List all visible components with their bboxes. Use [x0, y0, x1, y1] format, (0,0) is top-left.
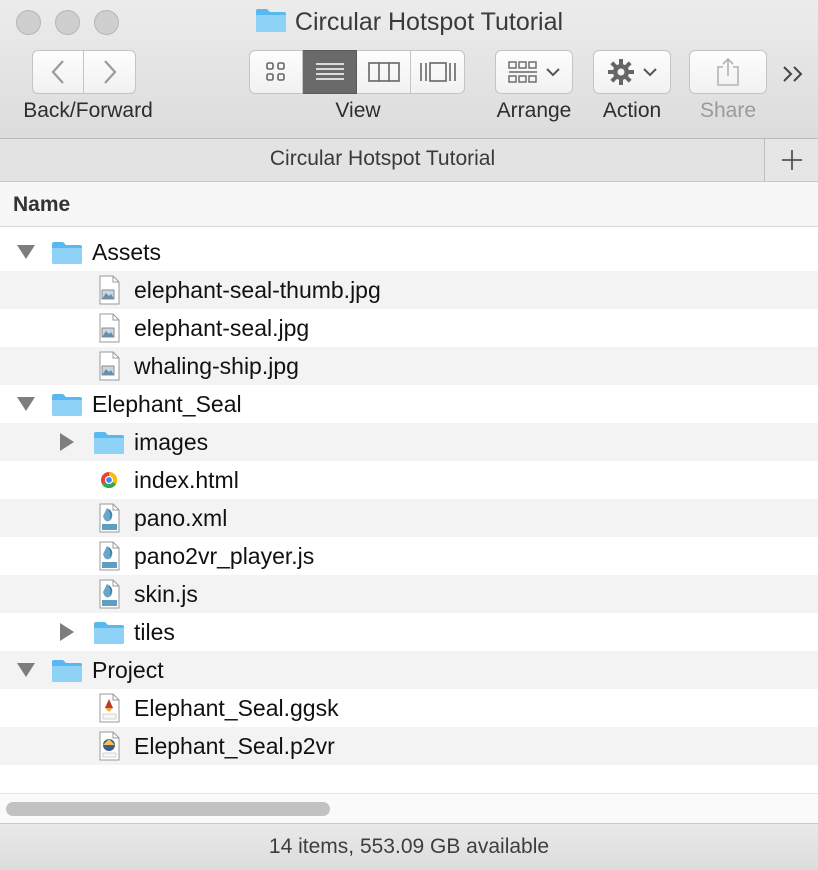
ggsk-document-icon — [93, 692, 125, 724]
file-row[interactable]: elephant-seal.jpg — [0, 309, 818, 347]
file-row[interactable]: Elephant_Seal.ggsk — [0, 689, 818, 727]
share-control — [689, 50, 767, 94]
item-name: Elephant_Seal — [92, 391, 242, 417]
image-file-icon — [93, 350, 125, 382]
item-name: index.html — [134, 467, 239, 493]
folder-icon — [93, 616, 125, 648]
folder-row[interactable]: images — [0, 423, 818, 461]
double-chevron-right-icon — [783, 66, 803, 82]
disclosure-triangle-open-icon[interactable] — [17, 397, 35, 411]
action-control — [593, 50, 671, 94]
file-row[interactable]: skin.js — [0, 575, 818, 613]
arrange-grid-icon — [508, 61, 537, 83]
disclosure-triangle-open-icon[interactable] — [17, 663, 35, 677]
share-icon — [717, 57, 739, 86]
back-forward-label: Back/Forward — [23, 99, 153, 122]
file-row[interactable]: whaling-ship.jpg — [0, 347, 818, 385]
new-tab-button[interactable] — [764, 139, 818, 181]
text-document-icon — [93, 540, 125, 572]
file-row[interactable]: Elephant_Seal.p2vr — [0, 727, 818, 765]
disclosure-triangle-closed-icon[interactable] — [60, 623, 74, 641]
scrollbar-thumb[interactable] — [6, 802, 330, 816]
gear-icon — [608, 59, 634, 85]
column-header-name[interactable]: Name — [0, 182, 818, 227]
item-name: Project — [92, 657, 164, 683]
window-title: Circular Hotspot Tutorial — [0, 7, 818, 37]
share-button[interactable] — [689, 50, 767, 94]
item-name: pano.xml — [134, 505, 228, 531]
plus-icon — [781, 150, 802, 170]
chevron-down-icon — [643, 68, 657, 77]
item-name: whaling-ship.jpg — [134, 353, 299, 379]
item-name: tiles — [134, 619, 175, 645]
chevron-right-icon — [103, 60, 116, 84]
file-row[interactable]: pano.xml — [0, 499, 818, 537]
folder-icon — [51, 388, 83, 420]
disclosure-triangle-closed-icon[interactable] — [60, 433, 74, 451]
arrange-label: Arrange — [496, 99, 572, 122]
arrange-control — [495, 50, 573, 94]
folder-icon — [51, 236, 83, 268]
tab-title[interactable]: Circular Hotspot Tutorial — [0, 147, 765, 171]
status-bar: 14 items, 553.09 GB available — [0, 823, 818, 870]
view-gallery-button[interactable] — [411, 50, 465, 94]
text-document-icon — [93, 578, 125, 610]
folder-row[interactable]: Elephant_Seal — [0, 385, 818, 423]
toolbar-area: Circular Hotspot Tutorial Back/Forward V… — [0, 0, 818, 139]
window-title-text: Circular Hotspot Tutorial — [294, 8, 564, 36]
share-label: Share — [699, 99, 757, 122]
finder-window: Circular Hotspot Tutorial Back/Forward V… — [0, 0, 818, 870]
file-list: Assets elephant-seal-thumb.jpg elephant-se… — [0, 233, 818, 765]
view-list-button[interactable] — [303, 50, 357, 94]
folder-icon — [51, 654, 83, 686]
back-button[interactable] — [32, 50, 84, 94]
p2vr-document-icon — [93, 730, 125, 762]
view-control — [249, 50, 465, 94]
folder-icon — [255, 9, 286, 32]
folder-icon — [93, 426, 125, 458]
item-name: Elephant_Seal.ggsk — [134, 695, 339, 721]
image-file-icon — [93, 312, 125, 344]
item-name: elephant-seal-thumb.jpg — [134, 277, 381, 303]
chevron-left-icon — [51, 60, 64, 84]
toolbar-overflow-button[interactable] — [780, 60, 808, 88]
file-row[interactable]: elephant-seal-thumb.jpg — [0, 271, 818, 309]
view-icons-button[interactable] — [249, 50, 303, 94]
item-name: skin.js — [134, 581, 198, 607]
status-text: 14 items, 553.09 GB available — [268, 835, 550, 858]
columns-icon — [367, 62, 400, 82]
action-label: Action — [602, 99, 662, 122]
item-name: elephant-seal.jpg — [134, 315, 310, 341]
item-name: images — [134, 429, 209, 455]
file-row[interactable]: pano2vr_player.js — [0, 537, 818, 575]
horizontal-scrollbar[interactable] — [0, 793, 818, 824]
folder-row[interactable]: tiles — [0, 613, 818, 651]
forward-button[interactable] — [84, 50, 136, 94]
view-columns-button[interactable] — [357, 50, 411, 94]
disclosure-triangle-open-icon[interactable] — [17, 245, 35, 259]
list-icon — [315, 63, 344, 80]
image-file-icon — [93, 274, 125, 306]
text-document-icon — [93, 502, 125, 534]
chevron-down-icon — [546, 68, 560, 77]
gallery-icon — [419, 62, 456, 82]
action-button[interactable] — [593, 50, 671, 94]
back-forward-control — [32, 50, 136, 94]
item-name: Elephant_Seal.p2vr — [134, 733, 335, 759]
item-name: pano2vr_player.js — [134, 543, 315, 569]
item-name: Assets — [92, 239, 162, 265]
file-row[interactable]: index.html — [0, 461, 818, 499]
column-header-label: Name — [13, 193, 71, 216]
folder-row[interactable]: Assets — [0, 233, 818, 271]
grid-icon — [266, 62, 285, 81]
chrome-document-icon — [93, 464, 125, 496]
view-label: View — [335, 99, 381, 122]
tab-bar: Circular Hotspot Tutorial — [0, 139, 818, 182]
folder-row[interactable]: Project — [0, 651, 818, 689]
arrange-button[interactable] — [495, 50, 573, 94]
